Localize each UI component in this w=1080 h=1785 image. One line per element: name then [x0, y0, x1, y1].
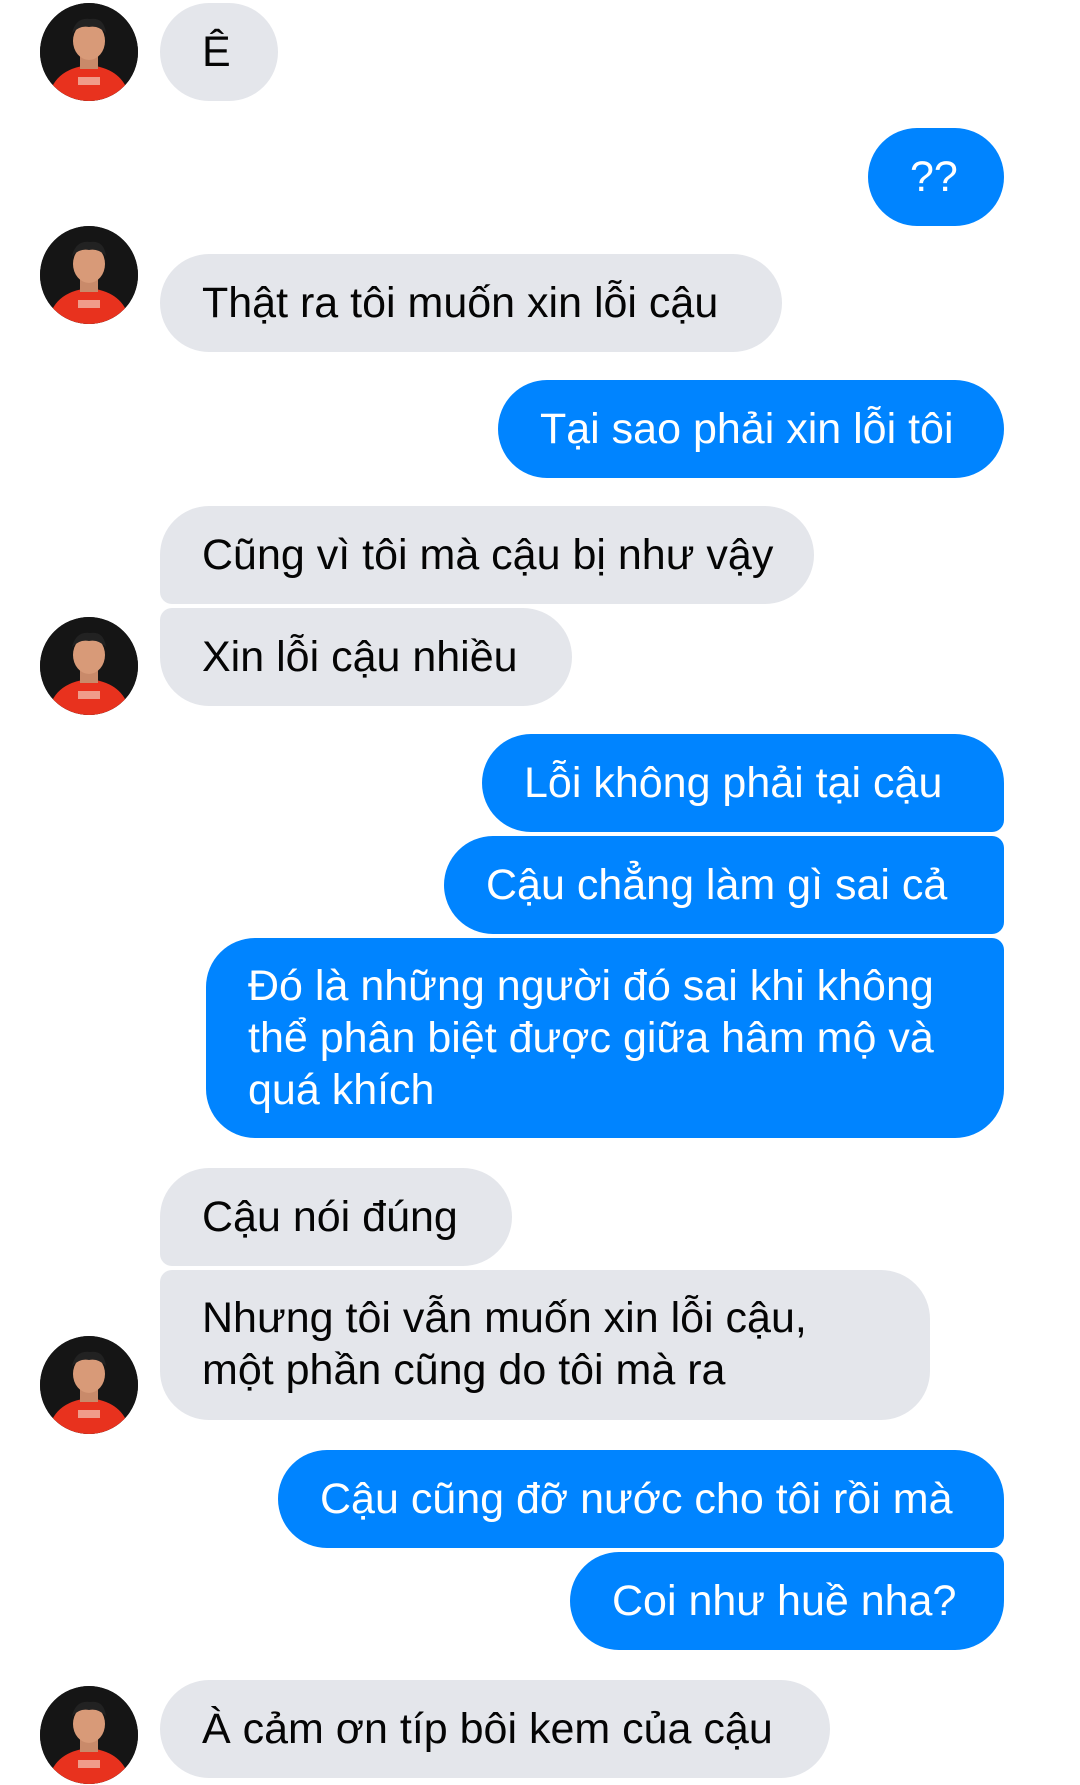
message-text: Nhưng tôi vẫn muốn xin lỗi cậu, một phần…: [202, 1294, 807, 1394]
message-text: ??: [910, 153, 958, 201]
outgoing-message-bubble[interactable]: ??: [868, 128, 1004, 226]
avatar-photo-icon: [40, 617, 138, 715]
contact-avatar[interactable]: [40, 617, 138, 715]
message-text: Thật ra tôi muốn xin lỗi cậu: [202, 279, 719, 327]
avatar-photo-icon: [40, 3, 138, 101]
incoming-message-bubble[interactable]: Xin lỗi cậu nhiều: [160, 608, 572, 706]
message-text: Ê: [202, 28, 231, 76]
outgoing-message-bubble[interactable]: Cậu chẳng làm gì sai cả: [444, 836, 1004, 934]
message-text: Cậu nói đúng: [202, 1193, 458, 1241]
contact-avatar[interactable]: [40, 3, 138, 101]
avatar-photo-icon: [40, 1686, 138, 1784]
incoming-message-bubble[interactable]: Nhưng tôi vẫn muốn xin lỗi cậu, một phần…: [160, 1270, 930, 1420]
incoming-message-bubble[interactable]: Thật ra tôi muốn xin lỗi cậu: [160, 254, 782, 352]
outgoing-message-bubble[interactable]: Lỗi không phải tại cậu: [482, 734, 1004, 832]
outgoing-message-bubble[interactable]: Coi như huề nha?: [570, 1552, 1004, 1650]
avatar-photo-icon: [40, 1336, 138, 1434]
outgoing-message-bubble[interactable]: Đó là những người đó sai khi không thể p…: [206, 938, 1004, 1138]
message-text: Coi như huề nha?: [612, 1577, 957, 1625]
message-text: Cậu cũng đỡ nước cho tôi rồi mà: [320, 1475, 953, 1523]
message-text: Cậu chẳng làm gì sai cả: [486, 861, 948, 909]
avatar-photo-icon: [40, 226, 138, 324]
outgoing-message-bubble[interactable]: Tại sao phải xin lỗi tôi: [498, 380, 1004, 478]
contact-avatar[interactable]: [40, 226, 138, 324]
message-text: Lỗi không phải tại cậu: [524, 759, 943, 807]
incoming-message-bubble[interactable]: Cũng vì tôi mà cậu bị như vậy: [160, 506, 814, 604]
contact-avatar[interactable]: [40, 1686, 138, 1784]
contact-avatar[interactable]: [40, 1336, 138, 1434]
message-text: À cảm ơn típ bôi kem của cậu: [202, 1705, 773, 1753]
message-text: Tại sao phải xin lỗi tôi: [540, 405, 954, 453]
incoming-message-bubble[interactable]: Ê: [160, 3, 278, 101]
outgoing-message-bubble[interactable]: Cậu cũng đỡ nước cho tôi rồi mà: [278, 1450, 1004, 1548]
message-text: Cũng vì tôi mà cậu bị như vậy: [202, 531, 774, 579]
incoming-message-bubble[interactable]: Cậu nói đúng: [160, 1168, 512, 1266]
incoming-message-bubble[interactable]: À cảm ơn típ bôi kem của cậu: [160, 1680, 830, 1778]
message-text: Đó là những người đó sai khi không thể p…: [248, 962, 934, 1114]
message-text: Xin lỗi cậu nhiều: [202, 633, 518, 681]
